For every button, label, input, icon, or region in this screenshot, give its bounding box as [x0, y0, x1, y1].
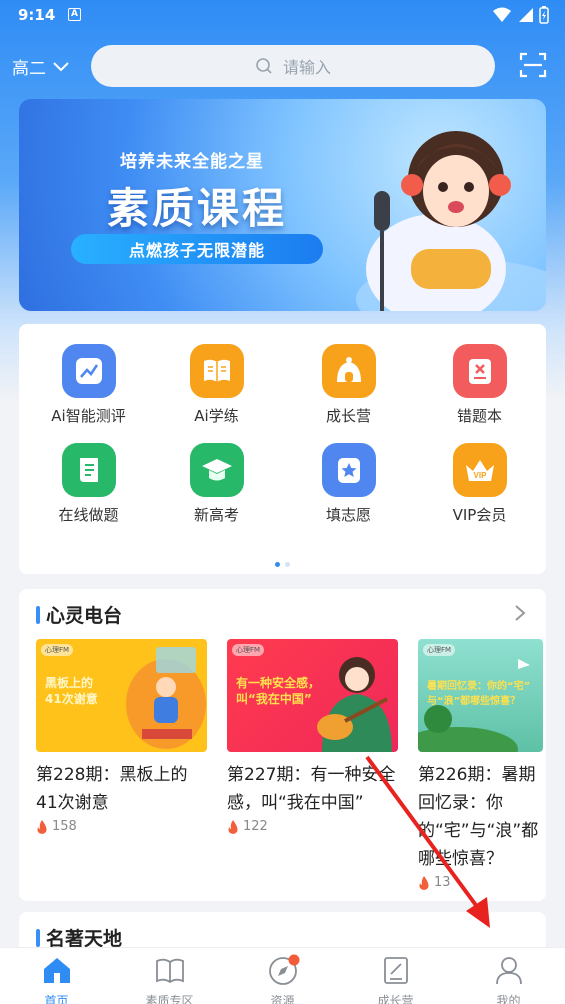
wifi-icon — [493, 7, 511, 22]
grid-item-vip[interactable]: VIP VIP会员 — [414, 443, 545, 533]
episode-hot: 13 — [418, 875, 543, 890]
episode-card[interactable]: 心理FM 暑期回忆录：你的“宅” 与“浪”都哪些惊喜？ 第226期：暑期回忆录：… — [418, 639, 543, 890]
tab-label: 我的 — [496, 994, 521, 1004]
page-dot — [275, 562, 280, 567]
flame-icon — [37, 819, 47, 834]
episode-hot: 158 — [36, 819, 207, 834]
chart-trend-icon — [61, 344, 116, 398]
notification-icon: A — [68, 8, 81, 21]
home-icon — [43, 958, 70, 983]
tab-label: 资源 — [270, 994, 295, 1004]
episode-hot: 122 — [227, 819, 398, 834]
error-book-icon — [452, 344, 507, 398]
grid-item-growth-camp[interactable]: 成长营 — [283, 344, 414, 434]
tab-mine[interactable]: 我的 — [452, 948, 565, 1004]
scan-icon[interactable] — [519, 51, 547, 79]
grade-label: 高二 — [12, 59, 46, 79]
episode-name: 第228期：黑板上的41次谢意 — [36, 765, 188, 813]
search-placeholder: 请输入 — [282, 58, 331, 77]
grid-label: VIP会员 — [452, 506, 507, 524]
graduation-cap-icon — [189, 443, 244, 497]
episode-tag: 心理FM — [41, 644, 74, 656]
grid-label: 填志愿 — [325, 506, 371, 524]
chevron-right-icon[interactable] — [512, 603, 528, 623]
notebook-pen-icon — [383, 957, 408, 984]
page-dot — [285, 562, 290, 567]
grid-label: Ai智能测评 — [51, 407, 126, 425]
banner-title: 素质课程 — [107, 184, 288, 233]
radio-title: 心灵电台 — [46, 605, 123, 627]
scroll-icon — [61, 443, 116, 497]
tab-home[interactable]: 首页 — [0, 948, 113, 1004]
singer-girl-illustration — [356, 131, 546, 311]
episode-card[interactable]: 心理FM 黑板上的 41次谢意 第228期：黑板上的41次谢意 158 — [36, 639, 207, 834]
svg-text:VIP: VIP — [473, 471, 487, 480]
status-time: 9:14 — [18, 6, 56, 24]
grid-item-online-quiz[interactable]: 在线做题 — [23, 443, 154, 533]
battery-icon — [539, 6, 549, 24]
grid-item-new-gaokao[interactable]: 新高考 — [151, 443, 282, 533]
grid-label: 新高考 — [193, 506, 239, 524]
hot-count: 158 — [52, 819, 77, 834]
tab-label: 素质专区 — [145, 994, 194, 1004]
thumbnail-text: 黑板上的 41次谢意 — [45, 676, 98, 706]
bottom-tab-bar: 首页 素质专区 资源 成长营 我的 — [0, 947, 565, 1004]
grade-selector[interactable]: 高二 — [12, 54, 70, 79]
promo-banner[interactable]: 培养未来全能之星 素质课程 点燃孩子无限潜能 — [19, 99, 546, 311]
grid-label: Ai学练 — [194, 407, 239, 425]
vip-crown-icon: VIP — [452, 443, 507, 497]
grid-label: 在线做题 — [58, 506, 119, 524]
title-accent-bar — [36, 605, 40, 624]
flame-icon — [228, 819, 238, 834]
tab-quality-zone[interactable]: 素质专区 — [113, 948, 226, 1004]
episode-name: 第226期：暑期回忆录：你的“宅”与“浪”都哪些惊喜？ — [418, 765, 539, 869]
grid-label: 错题本 — [456, 407, 502, 425]
user-icon — [495, 957, 522, 985]
episode-name: 第227期：有一种安全感，叫“我在中国” — [227, 765, 396, 813]
banner-subtitle: 培养未来全能之星 — [120, 152, 264, 172]
section-title: 心灵电台 — [36, 601, 122, 628]
tab-label: 成长营 — [377, 994, 414, 1004]
book-open-icon — [189, 344, 244, 398]
tab-growth-camp[interactable]: 成长营 — [339, 948, 452, 1004]
episode-card[interactable]: 心理FM 有一种安全感， 叫“我在中国” 第227期：有一种安全感，叫“我在中国… — [227, 639, 398, 834]
chevron-down-icon — [53, 61, 69, 71]
grid-item-ai-assessment[interactable]: Ai智能测评 — [23, 344, 154, 434]
title-accent-bar — [36, 928, 40, 947]
radio-section: 心灵电台 心理FM 黑板上的 41次谢意 第228期：黑板上的41次谢意 158 — [19, 589, 546, 901]
thumbnail-text: 有一种安全感， 叫“我在中国” — [236, 676, 321, 706]
search-input[interactable]: 请输入 — [91, 45, 495, 87]
feature-grid: Ai智能测评 Ai学练 成长营 错题本 在线做题 新高考 填志愿 VIP VIP… — [19, 324, 546, 574]
top-header: 高二 请输入 — [0, 44, 565, 90]
grid-item-ai-practice[interactable]: Ai学练 — [151, 344, 282, 434]
page-indicator — [19, 562, 546, 567]
hot-count: 122 — [243, 819, 268, 834]
flame-icon — [419, 875, 429, 890]
episode-thumbnail: 心理FM 暑期回忆录：你的“宅” 与“浪”都哪些惊喜？ — [418, 639, 543, 752]
status-bar: 9:14 A — [0, 0, 565, 32]
episode-thumbnail: 心理FM 有一种安全感， 叫“我在中国” — [227, 639, 398, 752]
tab-resources[interactable]: 资源 — [226, 948, 339, 1004]
episode-tag: 心理FM — [232, 644, 265, 656]
signal-icon — [519, 8, 533, 22]
star-badge-icon — [321, 443, 376, 497]
search-icon — [256, 58, 272, 74]
grid-item-error-book[interactable]: 错题本 — [414, 344, 545, 434]
banner-pill: 点燃孩子无限潜能 — [71, 234, 323, 264]
grid-label: 成长营 — [325, 407, 371, 425]
book-icon — [155, 958, 184, 984]
grid-item-fill-application[interactable]: 填志愿 — [283, 443, 414, 533]
episode-thumbnail: 心理FM 黑板上的 41次谢意 — [36, 639, 207, 752]
status-icons — [493, 6, 549, 24]
notification-dot — [288, 954, 300, 966]
tab-label: 首页 — [44, 994, 69, 1004]
episode-tag: 心理FM — [423, 644, 456, 656]
thumbnail-text: 暑期回忆录：你的“宅” 与“浪”都哪些惊喜？ — [427, 681, 531, 707]
camp-tent-icon — [321, 344, 376, 398]
hot-count: 13 — [434, 875, 451, 890]
